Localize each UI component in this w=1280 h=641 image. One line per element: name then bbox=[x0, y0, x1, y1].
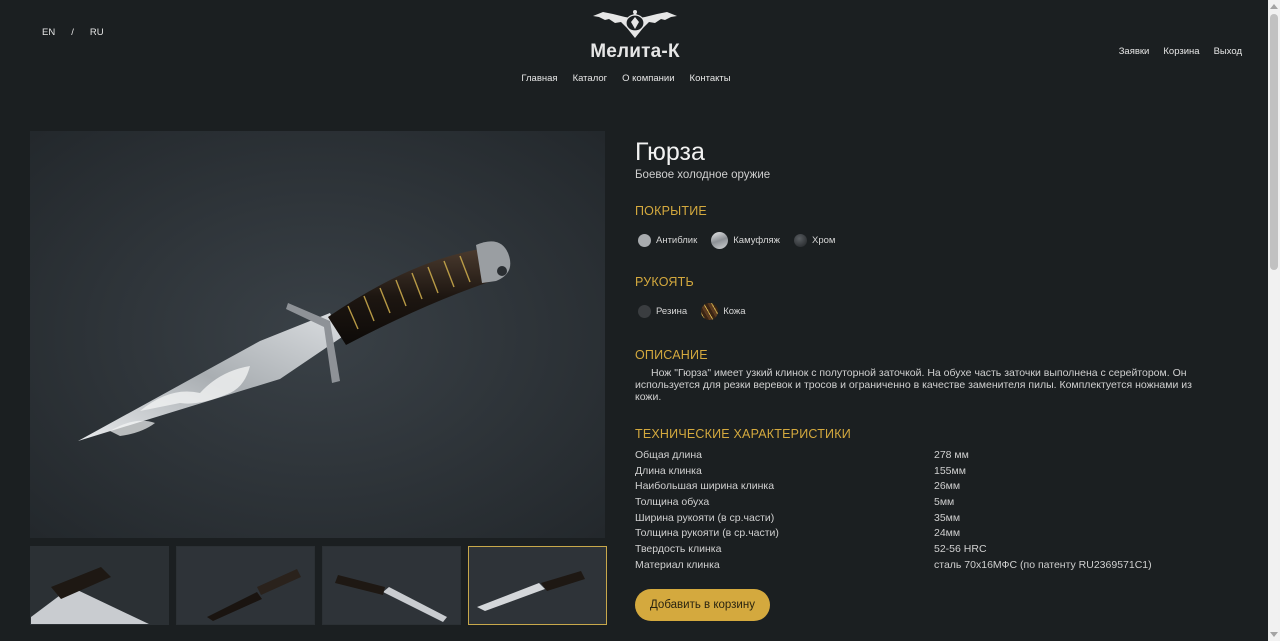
spec-row: Толщина обуха 5мм bbox=[635, 494, 1225, 510]
nav-home[interactable]: Главная bbox=[521, 73, 557, 84]
antiblik-swatch-icon bbox=[638, 234, 651, 247]
page-scrollbar[interactable] bbox=[1268, 0, 1280, 641]
spec-value: 5мм bbox=[934, 495, 955, 508]
handle-option-rubber[interactable]: Резина bbox=[638, 305, 687, 318]
main-navigation: Главная Каталог О компании Контакты bbox=[0, 73, 1252, 84]
coating-option-camo[interactable]: Камуфляж bbox=[711, 232, 780, 249]
spec-row: Ширина рукояти (в ср.части) 35мм bbox=[635, 510, 1225, 526]
spec-key: Толщина рукояти (в ср.части) bbox=[635, 527, 779, 540]
nav-about[interactable]: О компании bbox=[622, 73, 674, 84]
rubber-swatch-icon bbox=[638, 305, 651, 318]
scroll-up-arrow-icon[interactable] bbox=[1270, 4, 1278, 9]
coating-option-label: Камуфляж bbox=[733, 235, 781, 246]
spec-row: Наибольшая ширина клинка 26мм bbox=[635, 478, 1225, 494]
product-thumbnails bbox=[30, 546, 607, 625]
spec-value: 155мм bbox=[934, 464, 966, 477]
spec-value: 35мм bbox=[934, 511, 961, 524]
spec-key: Общая длина bbox=[635, 448, 703, 461]
spec-key: Длина клинка bbox=[635, 464, 702, 477]
coating-option-chrome[interactable]: Хром bbox=[794, 234, 835, 247]
nav-cart[interactable]: Корзина bbox=[1163, 46, 1199, 57]
coating-option-label: Хром bbox=[812, 235, 836, 246]
spec-row: Материал клинка сталь 70х16МФС (по патент… bbox=[635, 557, 1225, 573]
thumbnail-3[interactable] bbox=[322, 546, 461, 625]
scroll-down-arrow-icon[interactable] bbox=[1270, 632, 1278, 637]
user-navigation: Заявки Корзина Выход bbox=[1119, 46, 1242, 57]
spec-value: 52-56 HRC bbox=[934, 542, 987, 555]
spec-row: Толщина рукояти (в ср.части) 24мм bbox=[635, 525, 1225, 541]
spec-key: Ширина рукояти (в ср.части) bbox=[635, 511, 775, 524]
bat-emblem-icon bbox=[593, 10, 677, 38]
spec-key: Толщина обуха bbox=[635, 495, 710, 508]
product-title: Гюрза bbox=[635, 138, 705, 166]
leather-swatch-icon bbox=[701, 303, 719, 320]
description-heading: ОПИСАНИЕ bbox=[635, 348, 708, 362]
spec-value: 278 мм bbox=[934, 448, 969, 461]
handle-option-label: Кожа bbox=[723, 306, 746, 317]
lang-en-link[interactable]: EN bbox=[42, 27, 55, 38]
nav-orders[interactable]: Заявки bbox=[1119, 46, 1150, 57]
lang-separator: / bbox=[71, 27, 74, 38]
brand-name: Мелита-К bbox=[590, 41, 680, 62]
spec-row: Твердость клинка 52-56 HRC bbox=[635, 541, 1225, 557]
handle-options: Резина Кожа bbox=[638, 303, 1225, 320]
product-main-image bbox=[30, 131, 605, 538]
product-info-panel: Гюрза Боевое холодное оружие ПОКРЫТИЕ Ан… bbox=[635, 138, 1225, 621]
spec-value: сталь 70х16МФС (по патенту RU2369571C1) bbox=[934, 558, 1152, 571]
nav-catalog[interactable]: Каталог bbox=[573, 73, 608, 84]
spec-key: Наибольшая ширина клинка bbox=[635, 480, 775, 493]
spec-row: Общая длина 278 мм bbox=[635, 447, 1225, 463]
thumbnail-1[interactable] bbox=[30, 546, 169, 625]
coating-option-label: Антиблик bbox=[656, 235, 698, 246]
handle-heading: РУКОЯТЬ bbox=[635, 275, 694, 289]
nav-contacts[interactable]: Контакты bbox=[690, 73, 731, 84]
thumbnail-4-selected[interactable] bbox=[468, 546, 607, 625]
spec-key: Материал клинка bbox=[635, 558, 720, 571]
coating-options: Антиблик Камуфляж Хром bbox=[638, 232, 1225, 249]
scrollbar-thumb[interactable] bbox=[1270, 14, 1278, 270]
specs-table: Общая длина 278 мм Длина клинка 155мм Наиб… bbox=[635, 447, 1225, 573]
add-to-cart-button[interactable]: Добавить в корзину bbox=[635, 589, 770, 621]
spec-value: 24мм bbox=[934, 527, 961, 540]
handle-option-label: Резина bbox=[656, 306, 688, 317]
language-switcher: EN / RU bbox=[42, 27, 104, 38]
lang-ru-link[interactable]: RU bbox=[90, 27, 104, 38]
chrome-swatch-icon bbox=[794, 234, 808, 247]
spec-value: 26мм bbox=[934, 480, 961, 493]
camo-swatch-icon bbox=[711, 232, 729, 249]
nav-logout[interactable]: Выход bbox=[1214, 46, 1242, 57]
product-description: Нож "Гюрза" имеет узкий клинок с полутор… bbox=[635, 367, 1192, 403]
thumbnail-2[interactable] bbox=[176, 546, 315, 625]
handle-option-leather[interactable]: Кожа bbox=[701, 303, 746, 320]
spec-key: Твердость клинка bbox=[635, 542, 722, 555]
specs-heading: ТЕХНИЧЕСКИЕ ХАРАКТЕРИСТИКИ bbox=[635, 427, 851, 441]
coating-option-antiblik[interactable]: Антиблик bbox=[638, 234, 697, 247]
product-subtitle: Боевое холодное оружие bbox=[635, 169, 771, 181]
coating-heading: ПОКРЫТИЕ bbox=[635, 204, 707, 218]
spec-row: Длина клинка 155мм bbox=[635, 463, 1225, 479]
brand-logo[interactable]: Мелита-К bbox=[588, 8, 682, 63]
